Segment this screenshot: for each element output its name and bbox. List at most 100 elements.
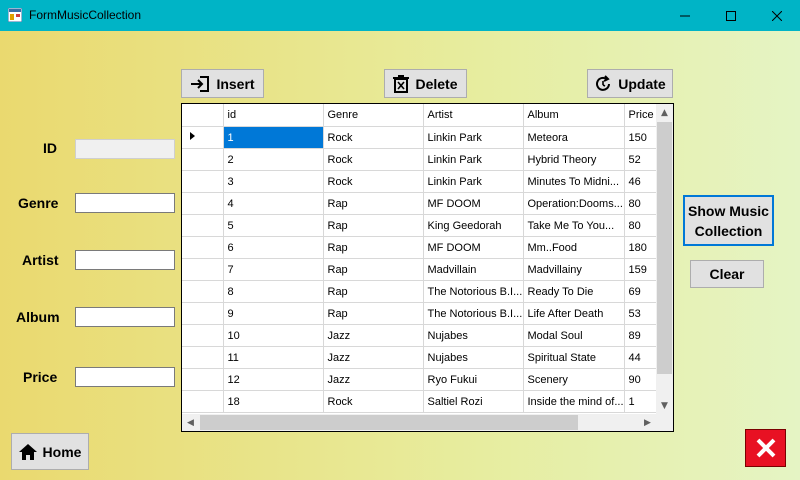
table-cell[interactable]: Scenery xyxy=(523,368,625,391)
table-cell[interactable]: MF DOOM xyxy=(423,192,524,215)
table-row[interactable]: 10 Jazz Nujabes Modal Soul 89 xyxy=(182,324,660,347)
table-cell[interactable]: Nujabes xyxy=(423,324,524,347)
column-header[interactable]: Album xyxy=(523,104,625,127)
table-cell[interactable]: 69 xyxy=(624,280,660,303)
artist-input[interactable] xyxy=(76,253,174,271)
table-cell[interactable]: Rap xyxy=(323,236,424,259)
close-window-button[interactable] xyxy=(754,0,800,31)
delete-button[interactable]: Delete xyxy=(384,69,467,98)
table-cell[interactable]: 11 xyxy=(223,346,324,369)
table-cell[interactable]: 12 xyxy=(223,368,324,391)
scroll-down-arrow-icon[interactable]: ▼ xyxy=(656,397,673,414)
table-cell[interactable]: Rap xyxy=(323,280,424,303)
table-row[interactable]: 2 Rock Linkin Park Hybrid Theory 52 xyxy=(182,148,660,171)
row-header[interactable] xyxy=(182,368,224,391)
table-row[interactable]: 11 Jazz Nujabes Spiritual State 44 xyxy=(182,346,660,369)
table-cell[interactable]: 4 xyxy=(223,192,324,215)
row-header[interactable] xyxy=(182,346,224,369)
table-cell[interactable]: 90 xyxy=(624,368,660,391)
horizontal-scroll-thumb[interactable] xyxy=(200,415,578,430)
table-cell[interactable]: 1 xyxy=(624,390,660,413)
table-cell[interactable]: 80 xyxy=(624,214,660,237)
table-cell[interactable]: The Notorious B.I... xyxy=(423,280,524,303)
column-header[interactable]: Artist xyxy=(423,104,524,127)
row-header[interactable] xyxy=(182,126,224,149)
minimize-button[interactable] xyxy=(662,0,708,31)
table-cell[interactable]: 159 xyxy=(624,258,660,281)
album-field[interactable] xyxy=(75,307,175,328)
table-cell[interactable]: Inside the mind of... xyxy=(523,390,625,413)
table-row[interactable]: 7 Rap Madvillain Madvillainy 159 xyxy=(182,258,660,281)
table-cell[interactable]: Rap xyxy=(323,302,424,325)
scroll-up-arrow-icon[interactable]: ▲ xyxy=(656,104,673,121)
row-header[interactable] xyxy=(182,214,224,237)
table-cell[interactable]: Hybrid Theory xyxy=(523,148,625,171)
vertical-scroll-thumb[interactable] xyxy=(657,122,672,374)
table-cell[interactable]: 44 xyxy=(624,346,660,369)
vertical-scrollbar[interactable]: ▲ ▼ xyxy=(656,104,673,414)
table-cell[interactable]: Operation:Dooms... xyxy=(523,192,625,215)
row-header[interactable] xyxy=(182,170,224,193)
row-header[interactable] xyxy=(182,302,224,325)
table-row[interactable]: 9 Rap The Notorious B.I... Life After Death… xyxy=(182,302,660,325)
table-cell[interactable]: 8 xyxy=(223,280,324,303)
table-cell[interactable]: Modal Soul xyxy=(523,324,625,347)
table-cell[interactable]: 9 xyxy=(223,302,324,325)
row-header[interactable] xyxy=(182,324,224,347)
table-cell[interactable]: 180 xyxy=(624,236,660,259)
table-cell[interactable]: Rap xyxy=(323,192,424,215)
table-cell[interactable]: Spiritual State xyxy=(523,346,625,369)
table-cell[interactable]: Madvillain xyxy=(423,258,524,281)
table-cell[interactable]: Linkin Park xyxy=(423,148,524,171)
table-cell[interactable]: 46 xyxy=(624,170,660,193)
table-cell[interactable]: 5 xyxy=(223,214,324,237)
insert-button[interactable]: Insert xyxy=(181,69,264,98)
table-row[interactable]: 8 Rap The Notorious B.I... Ready To Die 69 xyxy=(182,280,660,303)
row-header[interactable] xyxy=(182,236,224,259)
table-cell[interactable]: Ryo Fukui xyxy=(423,368,524,391)
table-cell[interactable]: The Notorious B.I... xyxy=(423,302,524,325)
genre-field[interactable] xyxy=(75,193,175,214)
table-cell[interactable]: Rock xyxy=(323,148,424,171)
table-cell[interactable]: Jazz xyxy=(323,368,424,391)
table-cell[interactable]: 52 xyxy=(624,148,660,171)
music-data-grid[interactable]: id Genre Artist Album Price 1 Rock Linkin Park… xyxy=(181,103,674,432)
column-header[interactable]: id xyxy=(223,104,324,127)
table-row[interactable]: 4 Rap MF DOOM Operation:Dooms... 80 xyxy=(182,192,660,215)
table-cell[interactable]: Rap xyxy=(323,258,424,281)
table-cell[interactable]: 10 xyxy=(223,324,324,347)
maximize-button[interactable] xyxy=(708,0,754,31)
table-cell[interactable]: 6 xyxy=(223,236,324,259)
genre-input[interactable] xyxy=(76,196,174,214)
table-cell[interactable]: Rock xyxy=(323,170,424,193)
exit-button[interactable] xyxy=(745,429,786,467)
table-cell[interactable]: 89 xyxy=(624,324,660,347)
home-button[interactable]: Home xyxy=(11,433,89,470)
scroll-left-arrow-icon[interactable]: ◀ xyxy=(182,414,199,431)
table-cell[interactable]: Rock xyxy=(323,390,424,413)
table-cell[interactable]: Life After Death xyxy=(523,302,625,325)
table-cell[interactable]: MF DOOM xyxy=(423,236,524,259)
table-cell[interactable]: 1 xyxy=(223,126,324,149)
update-button[interactable]: Update xyxy=(587,69,673,98)
clear-button[interactable]: Clear xyxy=(690,260,764,288)
price-input[interactable] xyxy=(76,370,174,388)
table-cell[interactable]: King Geedorah xyxy=(423,214,524,237)
table-cell[interactable]: Rap xyxy=(323,214,424,237)
table-cell[interactable]: Take Me To You... xyxy=(523,214,625,237)
table-cell[interactable]: Rock xyxy=(323,126,424,149)
table-cell[interactable]: Jazz xyxy=(323,324,424,347)
row-header[interactable] xyxy=(182,390,224,413)
table-cell[interactable]: Jazz xyxy=(323,346,424,369)
table-cell[interactable]: Ready To Die xyxy=(523,280,625,303)
show-music-collection-button[interactable]: Show Music Collection xyxy=(683,195,774,246)
column-header[interactable]: Genre xyxy=(323,104,424,127)
table-cell[interactable]: 2 xyxy=(223,148,324,171)
table-cell[interactable]: Minutes To Midni... xyxy=(523,170,625,193)
artist-field[interactable] xyxy=(75,250,175,271)
table-cell[interactable]: Linkin Park xyxy=(423,170,524,193)
table-cell[interactable]: 18 xyxy=(223,390,324,413)
table-row[interactable]: 18 Rock Saltiel Rozi Inside the mind of... 1 xyxy=(182,390,660,413)
column-header[interactable]: Price xyxy=(624,104,660,127)
table-cell[interactable]: Meteora xyxy=(523,126,625,149)
